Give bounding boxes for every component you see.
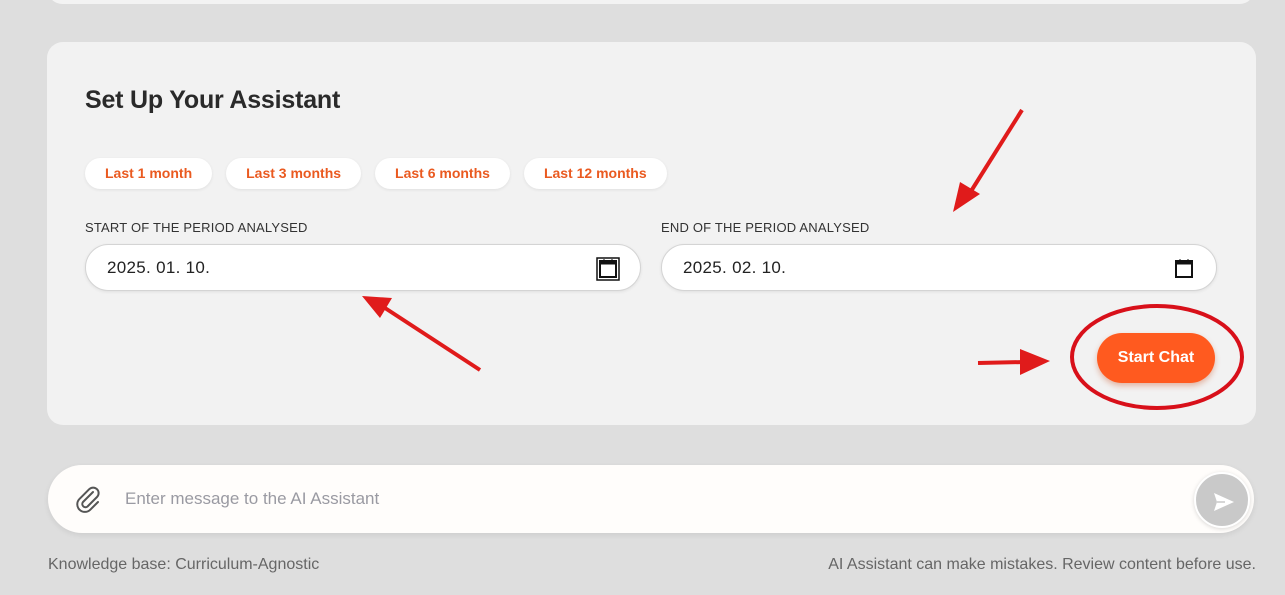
preset-last-3-months[interactable]: Last 3 months xyxy=(226,158,362,189)
setup-assistant-card: Set Up Your Assistant Last 1 month Last … xyxy=(47,42,1256,425)
start-date-input[interactable]: 2025. 01. 10. xyxy=(85,244,641,291)
calendar-icon[interactable] xyxy=(596,257,620,281)
disclaimer-text: AI Assistant can make mistakes. Review c… xyxy=(828,556,1256,573)
previous-card xyxy=(48,0,1254,4)
end-date-value: 2025. 02. 10. xyxy=(683,258,787,277)
end-date-input[interactable]: 2025. 02. 10. xyxy=(661,244,1217,291)
paperclip-icon[interactable] xyxy=(72,483,104,515)
message-input[interactable] xyxy=(125,483,1175,515)
calendar-icon[interactable] xyxy=(1172,257,1196,281)
period-presets: Last 1 month Last 3 months Last 6 months… xyxy=(85,158,667,189)
preset-last-6-months[interactable]: Last 6 months xyxy=(375,158,510,189)
message-bar xyxy=(48,465,1254,533)
send-button[interactable] xyxy=(1194,472,1250,528)
send-icon xyxy=(1214,493,1234,511)
knowledge-base-text: Knowledge base: Curriculum-Agnostic xyxy=(48,556,320,573)
preset-last-12-months[interactable]: Last 12 months xyxy=(523,158,667,189)
start-date-value: 2025. 01. 10. xyxy=(107,258,211,277)
end-date-label: END OF THE PERIOD ANALYSED xyxy=(661,220,870,235)
start-chat-button[interactable]: Start Chat xyxy=(1097,333,1215,383)
preset-last-1-month[interactable]: Last 1 month xyxy=(85,158,213,189)
start-date-label: START OF THE PERIOD ANALYSED xyxy=(85,220,308,235)
setup-title: Set Up Your Assistant xyxy=(85,86,341,114)
